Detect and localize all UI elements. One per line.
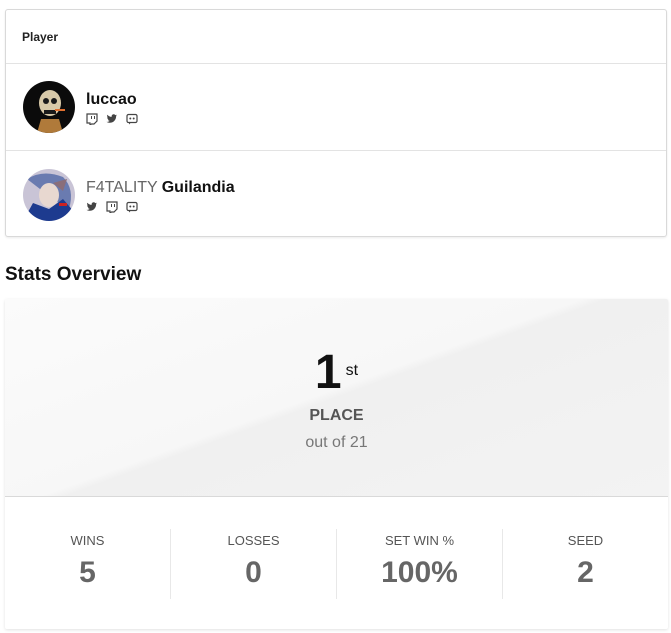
stat-label: WINS xyxy=(70,532,105,548)
discord-icon[interactable] xyxy=(126,112,138,125)
placement-panel: 1st PLACE out of 21 xyxy=(5,299,668,497)
twitter-icon[interactable] xyxy=(86,200,98,212)
player-row[interactable]: F4TALITY Guilandia xyxy=(6,151,666,238)
stats-title: Stats Overview xyxy=(5,264,142,285)
discord-icon[interactable] xyxy=(126,200,138,212)
stat-label: SEED xyxy=(567,532,604,548)
player-name[interactable]: F4TALITY Guilandia xyxy=(86,178,235,198)
stat-label: LOSSES xyxy=(227,532,280,548)
stat-value: 2 xyxy=(577,555,594,589)
place-suffix: st xyxy=(345,362,359,379)
stat-set-win-percent: SET WIN % 100% xyxy=(337,528,503,599)
stat-seed: SEED 2 xyxy=(503,529,668,599)
stat-value: 5 xyxy=(79,555,96,589)
place-label: PLACE xyxy=(309,407,364,424)
twitch-icon[interactable] xyxy=(86,112,98,127)
player-name-text[interactable]: luccao xyxy=(86,91,137,108)
card-header: Player xyxy=(6,10,666,64)
stat-value: 0 xyxy=(245,555,262,589)
player-sponsor-prefix: F4TALITY xyxy=(86,178,158,196)
twitch-icon[interactable] xyxy=(106,200,118,214)
stat-row: WINS 5 LOSSES 0 SET WIN % 100% SEED 2 xyxy=(5,497,668,629)
stat-losses: LOSSES 0 xyxy=(171,528,337,599)
player-row[interactable]: luccao xyxy=(6,64,666,151)
place-number-value: 1 xyxy=(314,346,342,399)
stat-value: 100% xyxy=(381,555,458,589)
stat-label: SET WIN % xyxy=(384,532,455,548)
place-out-of: out of 21 xyxy=(305,434,368,451)
stat-wins: WINS 5 xyxy=(5,528,171,599)
player-name[interactable]: luccao xyxy=(86,90,138,110)
player-card: Player luccao F4TALITY Guilandia xyxy=(5,9,667,237)
twitter-icon[interactable] xyxy=(106,112,118,124)
place-number: 1st xyxy=(5,346,668,400)
avatar[interactable] xyxy=(23,81,75,133)
stats-card: 1st PLACE out of 21 WINS 5 LOSSES 0 SET … xyxy=(5,299,668,629)
player-name-text[interactable]: Guilandia xyxy=(162,179,235,196)
avatar[interactable] xyxy=(23,168,75,221)
